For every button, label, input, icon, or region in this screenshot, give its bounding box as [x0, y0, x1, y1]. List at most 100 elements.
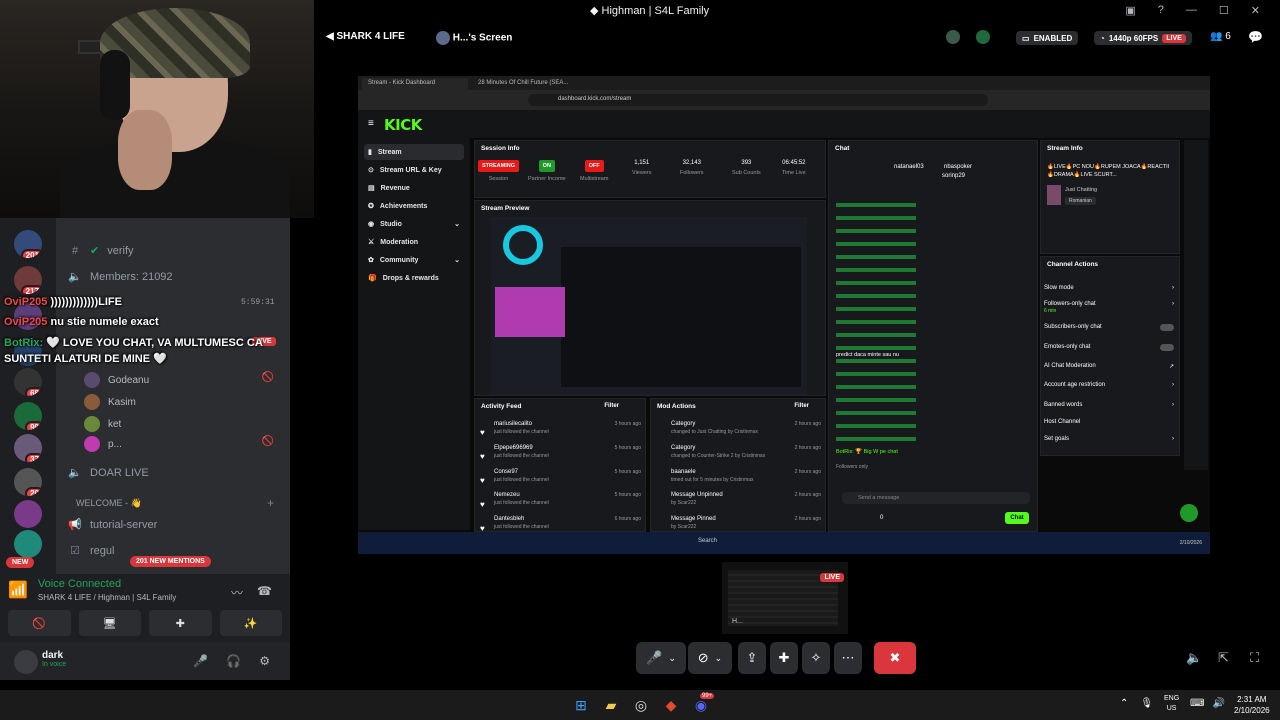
- mod-item[interactable]: Category changed to Counter-Strike 2 by C…: [671, 445, 821, 459]
- add-channel-icon[interactable]: +: [267, 496, 274, 510]
- camera-button[interactable]: ⊘ ⌄: [688, 642, 732, 674]
- server-icon[interactable]: 37: [14, 434, 42, 462]
- server-icon[interactable]: 99: [14, 402, 42, 430]
- mod-item[interactable]: Message Unpinned by Scar222 2 hours ago: [671, 492, 821, 506]
- tab-kick-dashboard[interactable]: Stream - Kick Dashboard: [362, 78, 468, 90]
- mic-button[interactable]: 🎤 ⌄: [636, 642, 686, 674]
- voice-user[interactable]: ket: [84, 416, 121, 432]
- new-indicator[interactable]: NEW: [6, 551, 35, 569]
- mod-filter-button[interactable]: Filter: [794, 403, 809, 409]
- soundboard-button[interactable]: ✨: [219, 610, 282, 636]
- noise-suppression-icon[interactable]: 〰: [231, 584, 243, 601]
- nav-drops[interactable]: 🎁 Drops & rewards: [364, 270, 464, 286]
- server-icon[interactable]: 217: [14, 266, 42, 294]
- activity-item[interactable]: Nemezeu just followed the channel 5 hours …: [494, 492, 641, 506]
- obs-icon[interactable]: ◎: [630, 694, 652, 716]
- chat-bubble-icon[interactable]: 💬: [1248, 30, 1263, 44]
- share-screen-button[interactable]: ⇪: [738, 642, 766, 674]
- stream-screen-label[interactable]: H...'s Screen: [436, 31, 512, 45]
- action-host-channel[interactable]: Host Channel: [1044, 419, 1174, 425]
- disconnect-button[interactable]: ✖: [874, 642, 916, 674]
- chat-send-button[interactable]: Chat: [1005, 512, 1029, 524]
- activity-item[interactable]: Dantesbleh just followed the channel 6 hou…: [494, 516, 641, 530]
- action-banned-words[interactable]: Banned words ›: [1044, 402, 1174, 408]
- server-icon[interactable]: [14, 500, 42, 528]
- activity-filter-button[interactable]: Filter: [604, 403, 619, 409]
- action-account-age[interactable]: Account age restriction ›: [1044, 382, 1174, 388]
- fullscreen-icon[interactable]: ⛶: [1250, 650, 1259, 666]
- new-mentions-badge[interactable]: 201 NEW MENTIONS: [130, 550, 211, 568]
- brave-icon[interactable]: ◆: [660, 694, 682, 716]
- channel-regul[interactable]: ☑ regul: [68, 544, 114, 558]
- action-followers-only[interactable]: Followers-only chat ›: [1044, 301, 1174, 307]
- toggle-switch[interactable]: [1160, 344, 1174, 351]
- action-ai-moderation[interactable]: AI Chat Moderation ↗: [1044, 363, 1174, 370]
- server-icon[interactable]: 201: [14, 230, 42, 258]
- nav-revenue[interactable]: ▤ Revenue: [364, 180, 464, 196]
- volume-icon[interactable]: 🔈: [1186, 650, 1202, 666]
- microphone-icon[interactable]: 🎙: [1140, 698, 1153, 709]
- voice-user[interactable]: Godeanu: [84, 372, 149, 388]
- mini-preview[interactable]: LIVE H...: [722, 562, 848, 634]
- network-icon[interactable]: ⌨: [1190, 698, 1204, 709]
- url-field[interactable]: dashboard.kick.com/stream: [528, 94, 988, 106]
- activity-item[interactable]: Conse97 just followed the channel 5 hours …: [494, 469, 641, 483]
- help-bubble-icon[interactable]: [1180, 504, 1198, 522]
- close-icon[interactable]: ✕: [1251, 4, 1260, 17]
- mod-item[interactable]: baanaele timed out for 5 minutes by Crist…: [671, 469, 821, 483]
- inbox-icon[interactable]: ▣: [1125, 4, 1135, 17]
- stream-server-label[interactable]: ◀ SHARK 4 LIFE: [326, 31, 405, 42]
- stream-preview-video[interactable]: [491, 217, 807, 395]
- action-subscribers-only[interactable]: Subscribers-only chat: [1044, 324, 1174, 331]
- headphones-icon[interactable]: 🎧: [226, 654, 241, 668]
- voice-user[interactable]: Kasim: [84, 394, 136, 410]
- activities-button[interactable]: ✚: [149, 610, 212, 636]
- speaker-icon[interactable]: 🔊: [1212, 698, 1224, 709]
- server-icon[interactable]: 20: [14, 468, 42, 496]
- nav-stream[interactable]: ▮ Stream: [364, 144, 464, 160]
- disconnect-icon[interactable]: ☎: [257, 584, 272, 601]
- soundboard-button[interactable]: ✧: [802, 642, 830, 674]
- pop-out-icon[interactable]: ⇱: [1218, 650, 1229, 666]
- minimize-icon[interactable]: —: [1186, 4, 1197, 17]
- file-explorer-icon[interactable]: ▰: [600, 694, 622, 716]
- more-button[interactable]: ⋯: [834, 642, 862, 674]
- voice-user[interactable]: p...: [84, 436, 122, 452]
- mod-item[interactable]: Category changed to Just Chatting by Cris…: [671, 421, 821, 435]
- channel-doar-live[interactable]: 🔈 DOAR LIVE: [68, 466, 149, 480]
- action-slow-mode[interactable]: Slow mode ›: [1044, 285, 1174, 291]
- kick-logo[interactable]: KICK: [384, 116, 422, 134]
- channel-verify[interactable]: # ✔ verify: [68, 244, 134, 258]
- nav-community[interactable]: ✿ Community ⌄: [364, 252, 464, 268]
- camera-off-button[interactable]: 🚫: [8, 610, 71, 636]
- chevron-up-icon[interactable]: ⌃: [1120, 698, 1128, 709]
- language-indicator[interactable]: ENG US: [1164, 694, 1179, 714]
- settings-icon[interactable]: ⚙: [259, 654, 270, 668]
- maximize-icon[interactable]: ☐: [1219, 4, 1229, 17]
- nav-stream-key[interactable]: ⊙ Stream URL & Key: [364, 162, 464, 178]
- action-emotes-only[interactable]: Emotes-only chat: [1044, 344, 1174, 351]
- activity-item[interactable]: mariusilecalito just followed the channel…: [494, 421, 641, 435]
- server-icon[interactable]: 68: [14, 368, 42, 396]
- action-set-goals[interactable]: Set goals ›: [1044, 436, 1174, 442]
- viewer-count[interactable]: 👥 6: [1210, 31, 1231, 42]
- activity-item[interactable]: Elpepe696969 just followed the channel 5 h…: [494, 445, 641, 459]
- tab-video[interactable]: 28 Minutes Of Chill Future (SEA...: [472, 78, 582, 90]
- screen-share-button[interactable]: 🖥: [78, 610, 141, 636]
- nav-moderation[interactable]: ⚔ Moderation: [364, 234, 464, 250]
- microphone-icon[interactable]: 🎤: [193, 654, 208, 668]
- mod-item[interactable]: Message Pinned by Scar222 2 hours ago: [671, 516, 821, 530]
- activities-button[interactable]: ✚: [770, 642, 798, 674]
- start-icon[interactable]: ⊞: [570, 694, 592, 716]
- avatar[interactable]: [14, 650, 38, 674]
- channel-members[interactable]: 🔈 Members: 21092: [68, 270, 172, 284]
- help-icon[interactable]: ?: [1158, 4, 1164, 17]
- nav-achievements[interactable]: ✪ Achievements: [364, 198, 464, 214]
- nav-studio[interactable]: ◉ Studio ⌄: [364, 216, 464, 232]
- menu-icon[interactable]: ≡: [368, 118, 374, 129]
- chat-input[interactable]: Send a message: [842, 492, 1030, 504]
- toggle-switch[interactable]: [1160, 324, 1174, 331]
- category-welcome[interactable]: WELCOME - 👋: [76, 498, 142, 509]
- system-clock[interactable]: 2:31 AM 2/10/2026: [1234, 694, 1270, 716]
- channel-tutorial[interactable]: 📢 tutorial-server: [68, 518, 157, 532]
